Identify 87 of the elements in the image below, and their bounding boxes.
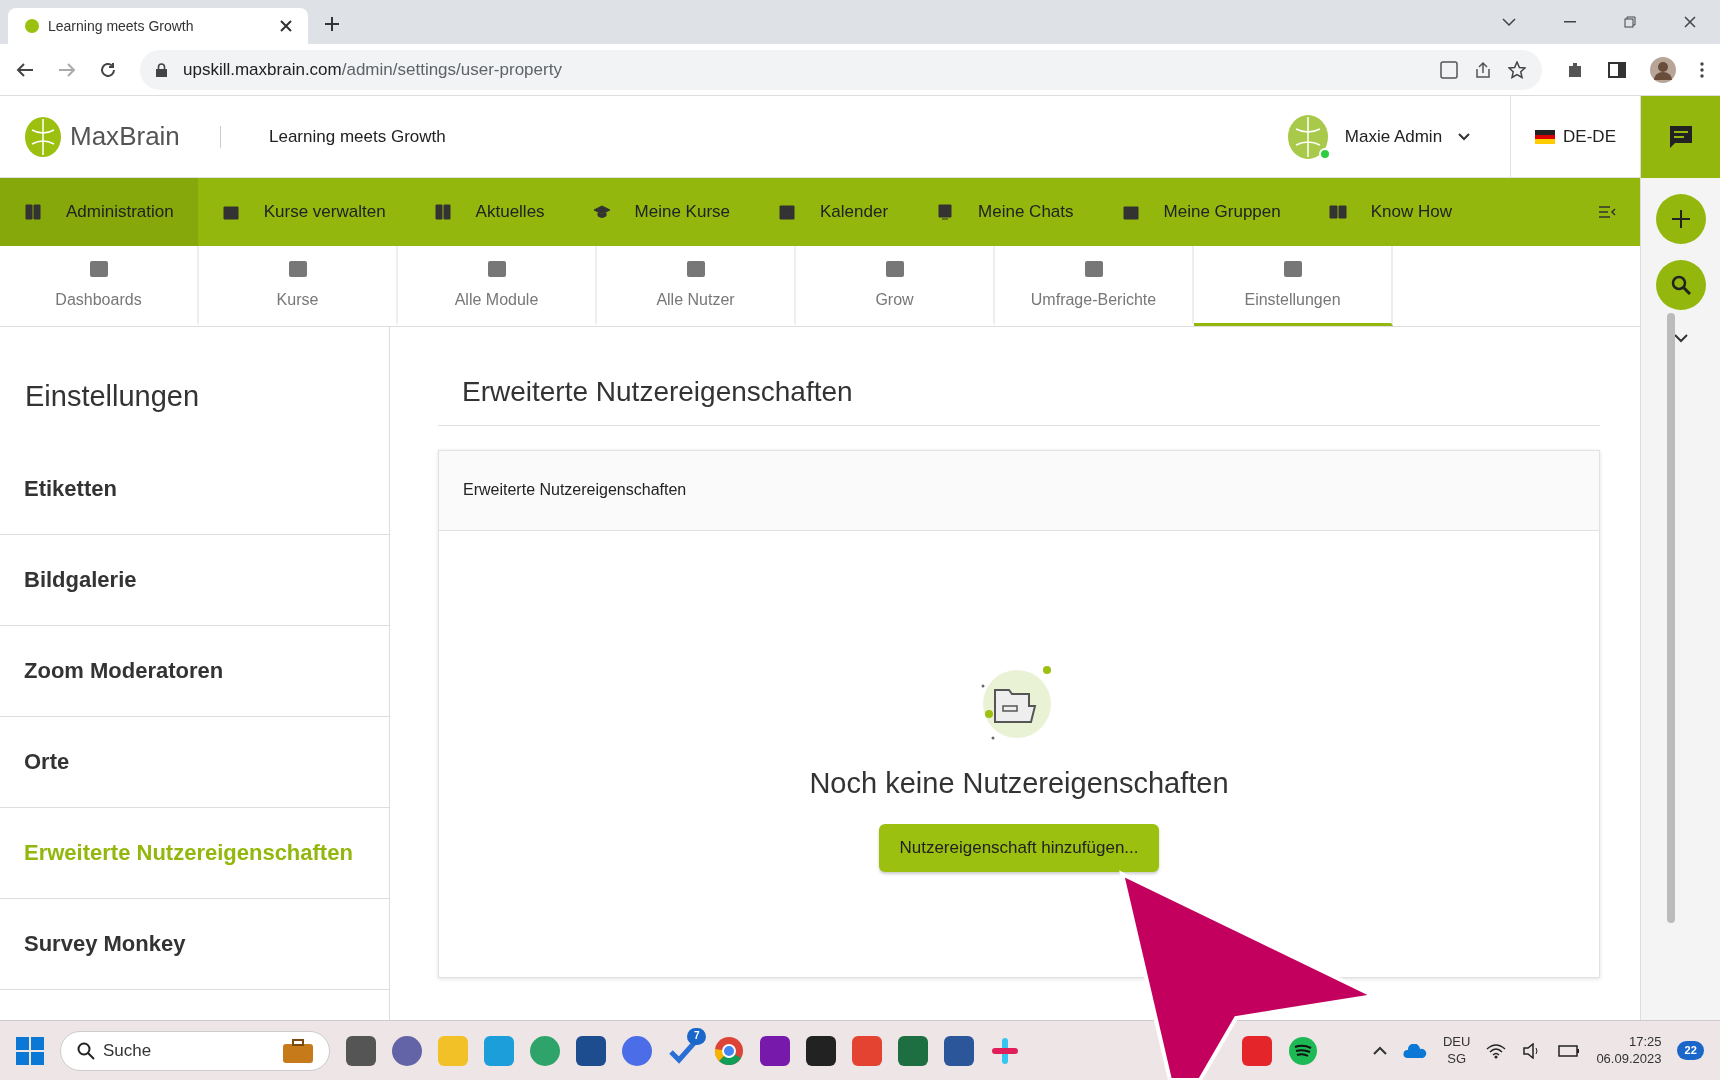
- search-placeholder: Suche: [103, 1039, 153, 1062]
- tab[interactable]: Einstellungen: [1194, 246, 1393, 326]
- keyboard-layout[interactable]: SG: [1442, 1050, 1471, 1068]
- spreadsheet-icon[interactable]: [898, 1035, 928, 1066]
- nav-icon: [1121, 203, 1140, 221]
- back-icon[interactable]: [16, 61, 34, 78]
- sidebar-item[interactable]: Zoom Moderatoren: [24, 654, 224, 688]
- nav-icon: [592, 203, 611, 221]
- scrollbar[interactable]: [1666, 313, 1675, 923]
- app-icon[interactable]: [346, 1035, 376, 1066]
- new-tab-icon[interactable]: [324, 16, 340, 32]
- menu-icon[interactable]: [1700, 61, 1704, 78]
- chat-icon: [1667, 124, 1694, 150]
- nav-item[interactable]: Meine Gruppen: [1097, 178, 1305, 246]
- nav-item[interactable]: Aktuelles: [409, 178, 569, 246]
- notebook-icon[interactable]: [760, 1035, 790, 1066]
- nav-icon: [1328, 203, 1347, 221]
- sidebar-item[interactable]: Orte: [24, 745, 70, 779]
- language-indicator[interactable]: DEU: [1442, 1033, 1471, 1051]
- briefcase-icon: [283, 1038, 313, 1063]
- card-title: Erweiterte Nutzereigenschaften: [463, 480, 687, 501]
- clock-date[interactable]: 06.09.2023: [1596, 1050, 1662, 1068]
- brain-avatar-icon: [1286, 113, 1329, 160]
- clock-time[interactable]: 17:25: [1596, 1033, 1662, 1051]
- windows-start-icon[interactable]: [16, 1036, 44, 1065]
- notification-badge: 7: [687, 1027, 706, 1045]
- star-icon[interactable]: [1508, 60, 1526, 79]
- brain-logo-icon: [24, 115, 62, 158]
- nav-icon: [24, 203, 42, 221]
- language-selector[interactable]: DE-DE: [1563, 123, 1616, 150]
- sidebar-item[interactable]: Survey Monkey: [24, 927, 186, 961]
- app-icon[interactable]: [806, 1035, 836, 1066]
- restore-icon[interactable]: [1624, 16, 1636, 28]
- nav-item[interactable]: Kurse verwalten: [197, 178, 410, 246]
- sidebar-item[interactable]: Etiketten: [24, 472, 117, 506]
- chevron-down-icon[interactable]: [1673, 334, 1688, 343]
- close-icon[interactable]: [280, 20, 292, 32]
- brand-name: MaxBrain: [70, 120, 180, 153]
- chevron-down-icon[interactable]: [1502, 18, 1516, 26]
- search-icon: [1670, 275, 1691, 295]
- nav-item[interactable]: Administration: [0, 178, 198, 246]
- tagline: Learning meets Growth: [269, 125, 446, 148]
- sidebar-item[interactable]: Bildgalerie: [24, 563, 137, 597]
- chevron-up-icon[interactable]: [1372, 1046, 1387, 1055]
- nav-item[interactable]: Kalender: [754, 178, 913, 246]
- lock-icon: [156, 62, 167, 77]
- empty-state-title: Noch keine Nutzereigenschaften: [809, 765, 1229, 801]
- chat-button[interactable]: [1641, 96, 1720, 178]
- tab-title: Learning meets Growth: [48, 16, 195, 36]
- store-icon[interactable]: [576, 1035, 606, 1066]
- search-field[interactable]: Suche: [60, 1030, 330, 1071]
- sidebar-title: Einstellungen: [24, 379, 201, 414]
- document-icon[interactable]: [944, 1035, 974, 1066]
- add-property-button[interactable]: Nutzereigenschaft hinzufügen...: [879, 824, 1159, 872]
- cloud-icon[interactable]: [1402, 1043, 1427, 1058]
- avatar-icon[interactable]: [1650, 56, 1676, 83]
- user-name[interactable]: Maxie Admin: [1344, 123, 1443, 150]
- close-icon[interactable]: [1684, 16, 1696, 28]
- browser-icon[interactable]: [530, 1035, 560, 1066]
- brain-icon: [24, 18, 40, 34]
- plus-icon: [1670, 209, 1691, 229]
- nav-item[interactable]: Meine Chats: [912, 178, 1098, 246]
- browser-tab[interactable]: Learning meets Growth: [8, 8, 308, 44]
- url-text: upskill.maxbrain.com/admin/settings/user-property: [183, 58, 563, 81]
- chevron-down-icon[interactable]: [1458, 132, 1471, 141]
- music-icon[interactable]: [1288, 1035, 1318, 1066]
- nav-item[interactable]: Know How: [1304, 178, 1476, 246]
- nav-icon: [221, 203, 240, 221]
- nav-icon: [778, 203, 797, 221]
- nav-icon: [936, 203, 955, 221]
- address-bar[interactable]: upskill.maxbrain.com/admin/settings/user-property: [140, 49, 1542, 90]
- nav-icon: [433, 203, 452, 221]
- search-icon: [77, 1041, 95, 1060]
- wifi-icon[interactable]: [1486, 1042, 1507, 1059]
- reload-icon[interactable]: [100, 61, 116, 78]
- notification-count[interactable]: 22: [1677, 1041, 1704, 1060]
- add-button[interactable]: [1655, 194, 1706, 244]
- sidebar-icon[interactable]: [1608, 61, 1626, 78]
- share-icon[interactable]: [1474, 60, 1492, 79]
- minimize-icon[interactable]: [1564, 21, 1576, 23]
- chrome-icon[interactable]: [714, 1035, 744, 1066]
- collapse-menu-icon[interactable]: [1598, 205, 1616, 219]
- nav-item[interactable]: Meine Kurse: [568, 178, 755, 246]
- page-title: Erweiterte Nutzereigenschaften: [462, 375, 854, 409]
- battery-icon[interactable]: [1558, 1043, 1581, 1058]
- search-button[interactable]: [1655, 260, 1706, 310]
- flag-icon: [1535, 129, 1556, 144]
